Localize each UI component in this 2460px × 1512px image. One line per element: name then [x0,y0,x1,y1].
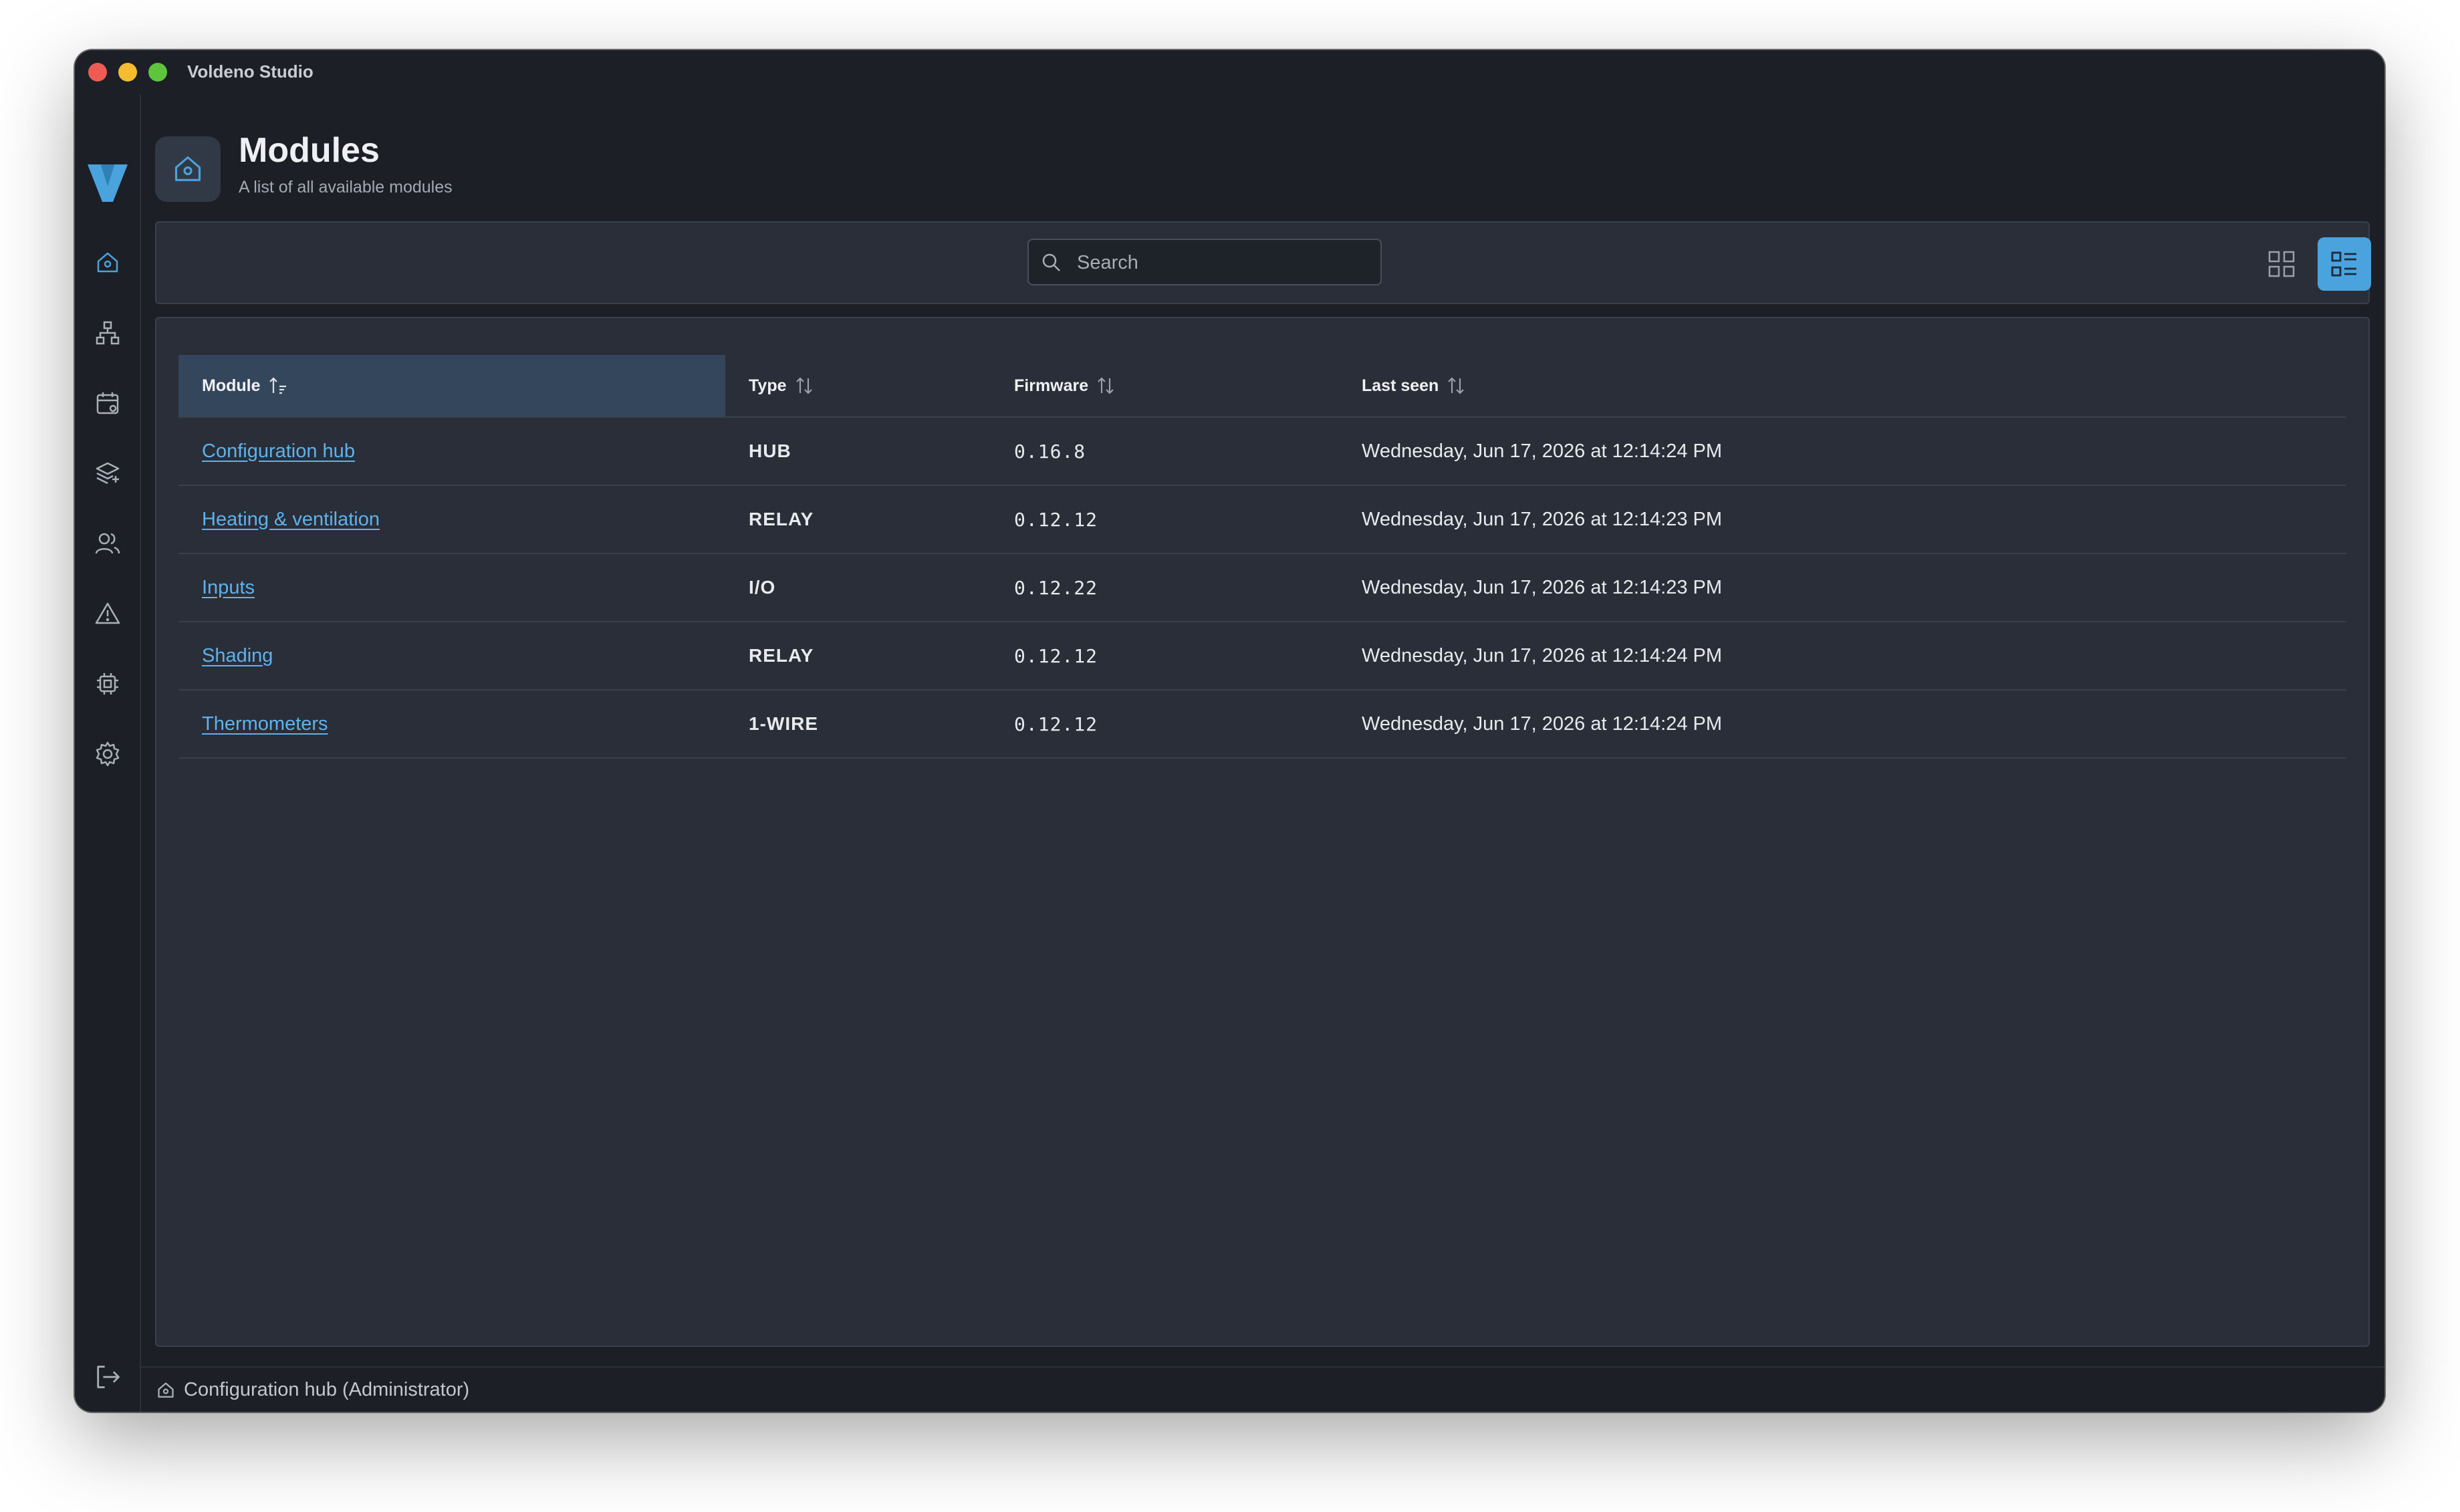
grid-view-button[interactable] [2255,237,2308,291]
chip-icon [97,673,118,695]
sort-icon [1098,377,1114,394]
main-content: Modules A list of all available modules [141,94,2384,1368]
home-icon [97,252,118,273]
module-link[interactable]: Configuration hub [202,418,355,485]
list-view-button[interactable] [2318,237,2371,291]
table-row: Thermometers 1-WIRE 0.12.12 Wednesday, J… [178,690,2346,759]
column-header-label: Last seen [1362,376,1439,395]
calendar-icon [96,392,119,414]
toolbar [155,221,2371,304]
sort-ascending-icon [269,377,286,394]
module-link[interactable]: Thermometers [202,690,328,757]
module-firmware: 0.16.8 [1014,440,1086,463]
sidebar-item-users[interactable] [93,529,122,558]
module-last-seen: Wednesday, Jun 17, 2026 at 12:14:24 PM [1362,440,1723,462]
modules-table: Module Type Firmware Last seen Configura… [155,317,2370,1347]
table-row: Inputs I/O 0.12.22 Wednesday, Jun 17, 20… [178,554,2346,622]
sort-icon [795,377,812,394]
close-window-button[interactable] [88,63,107,82]
app-title: Voldeno Studio [187,61,314,82]
module-last-seen: Wednesday, Jun 17, 2026 at 12:14:23 PM [1362,508,1723,530]
sidebar-item-home[interactable] [93,248,122,277]
module-link[interactable]: Heating & ventilation [202,486,380,553]
column-header-firmware[interactable]: Firmware [1014,355,1115,416]
table-header: Module Type Firmware Last seen [178,355,2346,418]
sidebar-item-settings[interactable] [93,739,122,769]
module-type: 1-WIRE [749,713,818,734]
grid-icon [2268,251,2295,277]
table-row: Shading RELAY 0.12.12 Wednesday, Jun 17,… [178,622,2346,690]
column-header-module[interactable]: Module [202,355,287,416]
app-logo [88,164,128,202]
status-bar: Configuration hub (Administrator) [141,1366,2384,1412]
gear-icon [96,741,120,767]
table-row: Configuration hub HUB 0.16.8 Wednesday, … [178,418,2346,486]
minimize-window-button[interactable] [118,63,137,82]
column-header-type[interactable]: Type [749,355,814,416]
module-type: RELAY [749,645,814,666]
table-row: Heating & ventilation RELAY 0.12.12 Wedn… [178,486,2346,554]
module-last-seen: Wednesday, Jun 17, 2026 at 12:14:24 PM [1362,644,1723,666]
users-icon [95,533,120,554]
warning-icon [95,602,120,624]
module-link[interactable]: Inputs [202,554,255,621]
sidebar-item-layers[interactable] [93,459,122,488]
column-header-label: Module [202,376,261,395]
module-type: RELAY [749,509,814,529]
search-input[interactable] [1076,240,1372,285]
sidebar-item-alerts[interactable] [93,599,122,628]
logout-icon[interactable] [93,1362,122,1392]
module-firmware: 0.12.12 [1014,508,1098,531]
layers-icon [96,462,120,485]
home-icon [158,1382,174,1398]
page-subtitle: A list of all available modules [239,178,453,197]
list-icon [2331,251,2356,277]
module-type: I/O [749,577,776,598]
module-firmware: 0.12.22 [1014,576,1098,599]
search-icon [1042,253,1060,271]
module-firmware: 0.12.12 [1014,644,1098,667]
app-window: Voldeno Studio Modules A list of all ava… [75,50,2384,1412]
sidebar-item-modules[interactable] [93,669,122,699]
column-header-label: Firmware [1014,376,1089,395]
modules-header-icon [155,136,221,202]
module-last-seen: Wednesday, Jun 17, 2026 at 12:14:24 PM [1362,713,1723,735]
home-icon [174,156,201,181]
sidebar [75,94,141,1412]
module-link[interactable]: Shading [202,622,273,689]
sidebar-item-schedule[interactable] [93,388,122,418]
network-icon [96,321,120,345]
sort-icon [1448,377,1465,394]
module-type: HUB [749,440,791,461]
page-title: Modules [239,131,380,170]
sidebar-item-network[interactable] [93,318,122,348]
column-header-label: Type [749,376,787,395]
module-firmware: 0.12.12 [1014,713,1098,735]
column-header-last-seen[interactable]: Last seen [1362,355,1465,416]
module-last-seen: Wednesday, Jun 17, 2026 at 12:14:23 PM [1362,576,1723,598]
connection-status[interactable]: Configuration hub (Administrator) [184,1379,469,1401]
maximize-window-button[interactable] [148,63,167,82]
search-box[interactable] [1027,239,1382,285]
title-bar: Voldeno Studio [75,50,2384,94]
